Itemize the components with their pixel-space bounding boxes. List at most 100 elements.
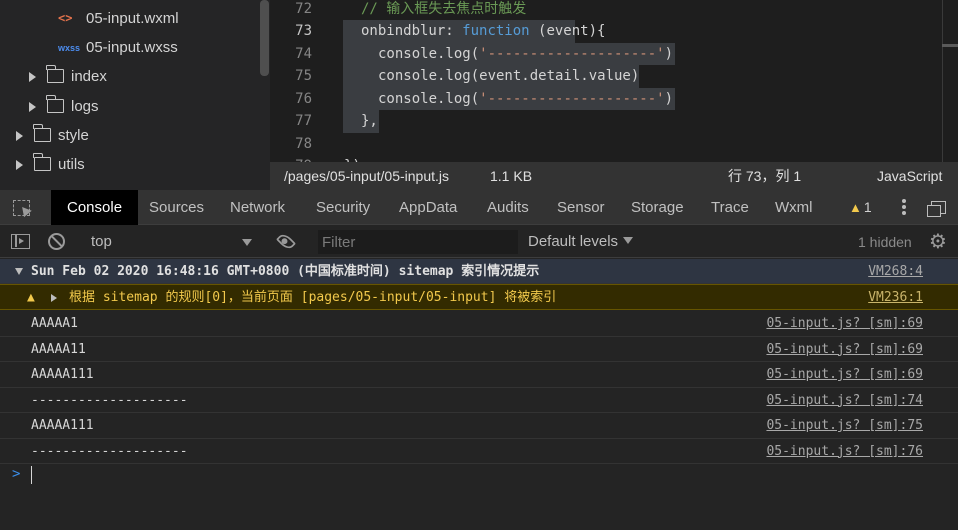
overview-ruler-cursor xyxy=(942,44,958,47)
code-string: '--------------------' xyxy=(479,45,665,62)
code-token: console.log( xyxy=(378,90,480,107)
source-link[interactable]: 05-input.js? [sm]:74 xyxy=(766,388,923,414)
code-line: // 输入框失去焦点时触发 xyxy=(361,0,526,20)
more-options-icon[interactable] xyxy=(902,198,908,218)
log-message: -------------------- xyxy=(31,392,188,408)
console-log-row: AAAAA11 05-input.js? [sm]:69 xyxy=(0,337,958,363)
source-link[interactable]: VM236:1 xyxy=(868,285,923,311)
code-token: : xyxy=(445,23,463,39)
file-tree: <> 05-input.wxml wxss 05-input.wxss inde… xyxy=(0,0,270,190)
log-message: -------------------- xyxy=(31,443,188,459)
tab-appdata[interactable]: AppData xyxy=(399,190,457,225)
source-link[interactable]: 05-input.js? [sm]:69 xyxy=(766,337,923,363)
tab-security[interactable]: Security xyxy=(316,190,370,225)
status-cursor-position[interactable]: 行 73，列 1 xyxy=(728,162,801,190)
console-prompt-icon: > xyxy=(12,466,21,482)
tree-item-label: logs xyxy=(71,98,99,115)
context-value: top xyxy=(91,233,112,250)
console-log-row: AAAAA111 05-input.js? [sm]:69 xyxy=(0,362,958,388)
line-number: 73 xyxy=(295,23,312,39)
chevron-down-icon xyxy=(623,237,634,244)
code-comment: // 输入框失去焦点时触发 xyxy=(361,0,527,17)
source-link[interactable]: VM268:4 xyxy=(868,259,923,284)
tree-item-label: index xyxy=(71,68,107,85)
gear-icon[interactable]: ⚙ xyxy=(929,232,947,252)
chevron-right-icon xyxy=(29,72,36,82)
chevron-right-icon[interactable] xyxy=(51,294,57,302)
line-number: 74 xyxy=(295,45,312,62)
line-number: 78 xyxy=(295,135,312,152)
context-selector[interactable]: top xyxy=(91,226,255,258)
code-line: }, xyxy=(361,113,378,129)
clear-console-icon[interactable] xyxy=(48,233,65,250)
log-levels-dropdown[interactable]: Default levels xyxy=(528,226,634,258)
chevron-right-icon xyxy=(16,160,23,170)
tree-item-label: utils xyxy=(58,156,85,173)
console-log-row: AAAAA1 05-input.js? [sm]:69 xyxy=(0,311,958,337)
code-line: onbindblur: function (event){ xyxy=(361,20,605,43)
line-number: 77 xyxy=(295,113,312,129)
status-file-path[interactable]: /pages/05-input/05-input.js xyxy=(284,162,449,190)
console-toolbar: top Default levels 1 hidden ⚙ xyxy=(0,226,958,258)
chevron-right-icon xyxy=(16,131,23,141)
console-log-row: -------------------- 05-input.js? [sm]:7… xyxy=(0,439,958,465)
tab-network[interactable]: Network xyxy=(230,190,285,225)
tab-console[interactable]: Console xyxy=(51,190,139,225)
tab-wxml[interactable]: Wxml xyxy=(775,190,813,225)
warning-counter[interactable]: ▲ 1 xyxy=(849,190,872,225)
wxss-file-icon: wxss xyxy=(58,43,81,53)
source-link[interactable]: 05-input.js? [sm]:69 xyxy=(766,362,923,388)
line-number: 79 xyxy=(270,155,312,162)
wxml-file-icon: <> xyxy=(58,11,73,25)
tab-sources[interactable]: Sources xyxy=(149,190,204,225)
folder-icon xyxy=(46,95,64,113)
code-line: }) xyxy=(344,155,361,162)
tree-item-label: 05-input.wxss xyxy=(86,39,178,56)
chevron-right-icon xyxy=(29,102,36,112)
tab-trace[interactable]: Trace xyxy=(711,190,749,225)
status-language[interactable]: JavaScript xyxy=(877,162,942,190)
live-expression-eye-icon[interactable] xyxy=(276,231,296,252)
filter-input[interactable] xyxy=(318,230,518,254)
chevron-down-icon xyxy=(242,239,252,246)
tab-sensor[interactable]: Sensor xyxy=(557,190,605,225)
console-output[interactable]: Sun Feb 02 2020 16:48:16 GMT+0800 (中国标准时… xyxy=(0,259,958,530)
hidden-messages-count: 1 hidden xyxy=(858,234,912,250)
code-token: ) xyxy=(664,90,674,107)
show-sidebar-icon[interactable] xyxy=(11,234,30,249)
warning-icon: ▲ xyxy=(849,200,862,215)
code-token: console.log( xyxy=(378,45,480,62)
source-link[interactable]: 05-input.js? [sm]:76 xyxy=(766,439,923,465)
undock-icon[interactable] xyxy=(927,201,946,217)
console-warning-row[interactable]: ▲ 根据 sitemap 的规则[0]，当前页面 [pages/05-input… xyxy=(0,284,958,310)
log-message: AAAAA111 xyxy=(31,367,94,382)
source-link[interactable]: 05-input.js? [sm]:75 xyxy=(766,413,923,439)
log-message: AAAAA111 xyxy=(31,418,94,433)
status-file-size: 1.1 KB xyxy=(490,168,533,184)
folder-icon xyxy=(33,124,51,142)
tab-storage[interactable]: Storage xyxy=(631,190,684,225)
log-message: AAAAA1 xyxy=(31,316,78,331)
folder-icon xyxy=(33,153,51,171)
console-group-header[interactable]: Sun Feb 02 2020 16:48:16 GMT+0800 (中国标准时… xyxy=(0,259,958,284)
code-line: console.log(event.detail.value) xyxy=(378,68,640,84)
source-link[interactable]: 05-input.js? [sm]:69 xyxy=(766,311,923,337)
log-message: AAAAA11 xyxy=(31,341,86,357)
line-number: 76 xyxy=(295,90,312,107)
code-token: onbindblur xyxy=(361,23,446,39)
inspect-element-icon[interactable] xyxy=(13,200,30,216)
code-editor[interactable]: 72 73 74 75 76 77 78 79 // 输入框失去焦点时触发 on… xyxy=(270,0,958,162)
warning-count: 1 xyxy=(863,199,872,215)
ide-top-area: <> 05-input.wxml wxss 05-input.wxss inde… xyxy=(0,0,958,190)
code-keyword: function xyxy=(462,23,530,39)
code-string: '--------------------' xyxy=(479,90,665,107)
tree-scrollbar[interactable] xyxy=(260,0,269,76)
code-token: (event){ xyxy=(529,23,606,39)
status-bar: /pages/05-input/05-input.js 1.1 KB 行 73，… xyxy=(270,162,958,190)
tab-audits[interactable]: Audits xyxy=(487,190,529,225)
code-line: console.log('--------------------') xyxy=(378,88,673,111)
log-levels-label: Default levels xyxy=(528,233,619,250)
console-log-row: AAAAA111 05-input.js? [sm]:75 xyxy=(0,413,958,439)
chevron-down-icon xyxy=(15,268,23,275)
console-input-caret[interactable] xyxy=(31,466,32,484)
